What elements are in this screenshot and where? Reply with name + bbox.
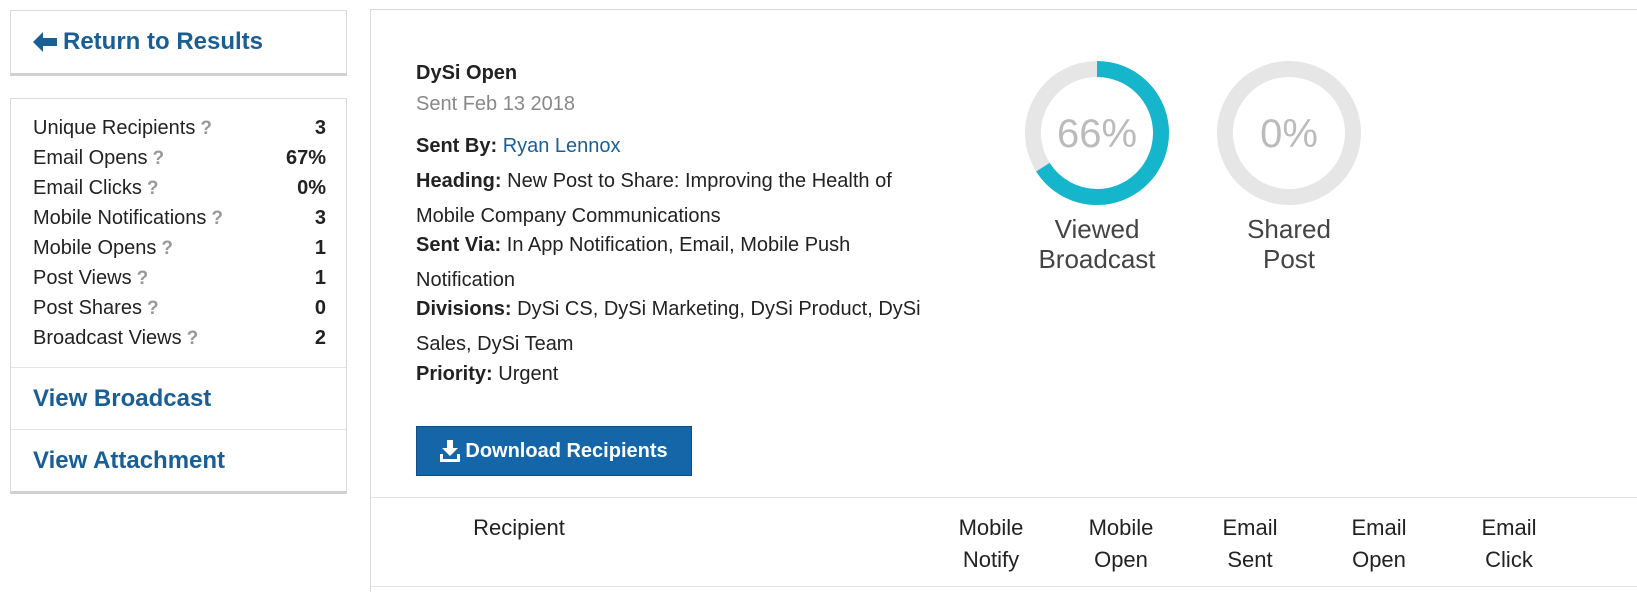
sent-by-row: Sent By: Ryan Lennox — [416, 128, 956, 164]
broadcast-detail-panel: DySi Open Sent Feb 13 2018 Sent By: Ryan… — [370, 9, 1637, 592]
sent-via-value-line1: In App Notification, Email, Mobile Push — [506, 234, 851, 256]
label-line: Shared — [1247, 214, 1331, 244]
question-icon[interactable]: ? — [147, 298, 159, 319]
viewed-percent: 66% — [1057, 112, 1137, 156]
stat-value: 1 — [314, 266, 326, 289]
sent-via-label: Sent Via: — [416, 234, 502, 256]
header-line: Open — [1094, 547, 1148, 572]
stat-label: Email Opens — [33, 146, 148, 169]
shared-percent: 0% — [1260, 112, 1318, 156]
question-icon[interactable]: ? — [153, 148, 165, 169]
download-recipients-label: Download Recipients — [465, 439, 668, 462]
return-to-results-label: Return to Results — [63, 28, 264, 55]
header-line: Email — [1351, 515, 1407, 540]
sent-via-value-line2: Notification — [416, 269, 515, 291]
view-broadcast-link[interactable]: View Broadcast — [11, 367, 346, 429]
label-line: Post — [1262, 244, 1316, 274]
viewed-broadcast-ring: 66% — [1025, 61, 1169, 205]
broadcast-title: DySi Open — [416, 62, 518, 84]
header-line: Sent — [1227, 547, 1273, 572]
header-line: Click — [1485, 547, 1533, 572]
broadcast-info: DySi Open Sent Feb 13 2018 Sent By: Ryan… — [416, 62, 956, 392]
stat-row-email-clicks: Email Clicks? 0% — [33, 173, 326, 203]
stat-value: 3 — [314, 206, 326, 229]
recipients-table-header: Recipient Mobile Notify Mobile Open Emai… — [371, 497, 1637, 587]
divisions-value-line1: DySi CS, DySi Marketing, DySi Product, D… — [517, 298, 921, 320]
stat-value: 0 — [314, 296, 326, 319]
header-line: Email — [1222, 515, 1278, 540]
heading-value-line1: New Post to Share: Improving the Health … — [507, 170, 892, 192]
column-header-recipient[interactable]: Recipient — [459, 512, 579, 544]
shared-post-donut: 0% Shared Post — [1210, 58, 1368, 274]
header-line: Recipient — [473, 515, 565, 540]
priority-value: Urgent — [498, 363, 559, 385]
header-line: Mobile — [958, 515, 1024, 540]
stat-row-email-opens: Email Opens? 67% — [33, 143, 326, 173]
stat-row-mobile-notifications: Mobile Notifications? 3 — [33, 203, 326, 233]
stat-label: Mobile Opens — [33, 236, 157, 259]
stat-value: 0% — [297, 176, 326, 199]
download-recipients-button[interactable]: Download Recipients — [416, 426, 692, 476]
stat-label: Post Views — [33, 266, 132, 289]
divisions-row: Divisions: DySi CS, DySi Marketing, DySi… — [416, 292, 956, 362]
sent-via-row: Sent Via: In App Notification, Email, Mo… — [416, 228, 956, 298]
header-line: Email — [1481, 515, 1537, 540]
question-icon[interactable]: ? — [187, 328, 199, 349]
stat-row-post-views: Post Views? 1 — [33, 263, 326, 293]
column-header-mobile-notify[interactable]: Mobile Notify — [941, 512, 1041, 576]
sidebar: Return to Results Unique Recipients? 3 E… — [10, 10, 347, 494]
view-attachment-link[interactable]: View Attachment — [11, 429, 346, 491]
arrow-left-icon — [33, 32, 57, 52]
sent-date: Sent Feb 13 2018 — [416, 93, 576, 115]
column-header-email-click[interactable]: Email Click — [1459, 512, 1559, 576]
label-line: Viewed — [1054, 214, 1140, 244]
stat-label: Post Shares — [33, 296, 142, 319]
stats-card: Unique Recipients? 3 Email Opens? 67% Em… — [10, 98, 347, 494]
priority-label: Priority: — [416, 363, 493, 385]
heading-label: Heading: — [416, 170, 502, 192]
stat-value: 3 — [314, 116, 326, 139]
return-to-results-link[interactable]: Return to Results — [33, 28, 263, 56]
stat-label: Unique Recipients — [33, 116, 196, 139]
question-icon[interactable]: ? — [211, 208, 223, 229]
stat-label: Broadcast Views — [33, 326, 182, 349]
divisions-label: Divisions: — [416, 298, 512, 320]
divisions-value-line2: Sales, DySi Team — [416, 333, 574, 355]
header-line: Mobile — [1088, 515, 1154, 540]
viewed-broadcast-label: Viewed Broadcast — [1018, 214, 1176, 274]
broadcast-meta: Sent By: Ryan Lennox Heading: New Post t… — [416, 128, 956, 392]
return-card[interactable]: Return to Results — [10, 10, 347, 76]
download-icon — [440, 440, 461, 462]
question-icon[interactable]: ? — [161, 238, 173, 259]
shared-post-label: Shared Post — [1210, 214, 1368, 274]
sender-link[interactable]: Ryan Lennox — [503, 135, 621, 157]
question-icon[interactable]: ? — [200, 118, 212, 139]
stat-label: Email Clicks — [33, 176, 142, 199]
shared-post-ring: 0% — [1217, 61, 1361, 205]
stat-label: Mobile Notifications — [33, 206, 207, 229]
stat-value: 2 — [314, 326, 326, 349]
stat-row-post-shares: Post Shares? 0 — [33, 293, 326, 323]
stat-row-unique-recipients: Unique Recipients? 3 — [33, 113, 326, 143]
header-line: Notify — [962, 547, 1020, 572]
heading-value-line2: Mobile Company Communications — [416, 205, 721, 227]
column-header-email-open[interactable]: Email Open — [1329, 512, 1429, 576]
header-line: Open — [1352, 547, 1406, 572]
column-header-email-sent[interactable]: Email Sent — [1200, 512, 1300, 576]
stat-value: 1 — [314, 236, 326, 259]
question-icon[interactable]: ? — [137, 268, 149, 289]
column-header-mobile-open[interactable]: Mobile Open — [1071, 512, 1171, 576]
heading-row: Heading: New Post to Share: Improving th… — [416, 164, 956, 234]
question-icon[interactable]: ? — [147, 178, 159, 199]
priority-row: Priority: Urgent — [416, 356, 956, 392]
viewed-broadcast-donut: 66% Viewed Broadcast — [1018, 58, 1176, 274]
label-line: Broadcast — [1038, 244, 1156, 274]
stats-list: Unique Recipients? 3 Email Opens? 67% Em… — [11, 99, 346, 367]
stat-row-broadcast-views: Broadcast Views? 2 — [33, 323, 326, 353]
stat-value: 67% — [285, 146, 326, 169]
sent-by-label: Sent By: — [416, 135, 498, 157]
stat-row-mobile-opens: Mobile Opens? 1 — [33, 233, 326, 263]
